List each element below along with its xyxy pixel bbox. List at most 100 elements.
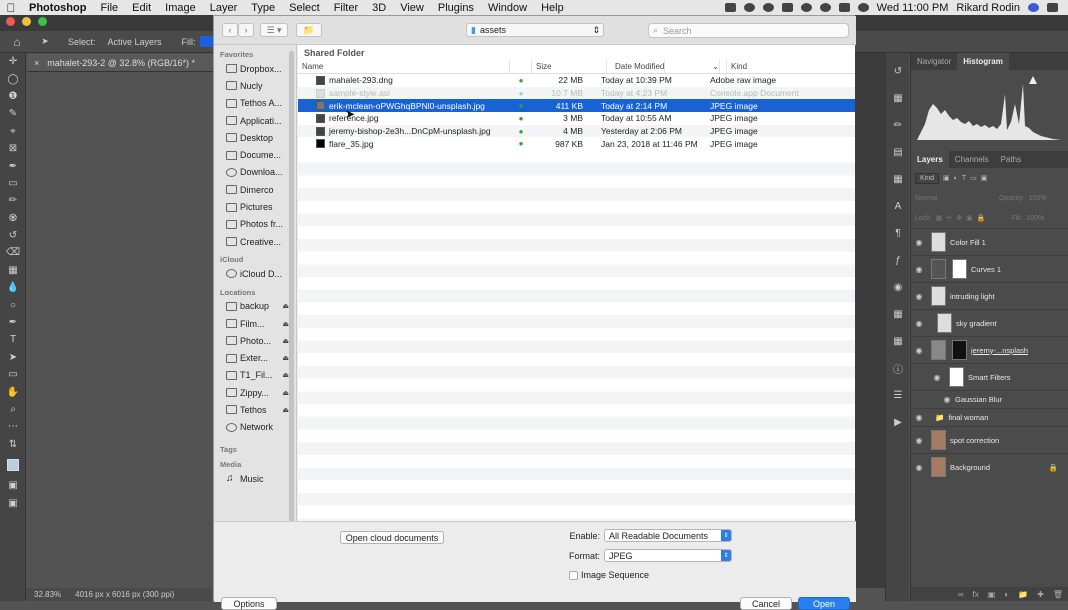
image-sequence-checkbox[interactable] <box>569 571 578 580</box>
filter-shape-icon[interactable]: ▭ <box>970 174 977 182</box>
brush-panel-icon[interactable]: ✏ <box>886 116 910 134</box>
apple-menu-icon[interactable]:  <box>0 1 22 15</box>
eye-icon[interactable]: ◉ <box>929 373 945 382</box>
shape-tool-icon[interactable]: ▭ <box>0 366 26 383</box>
view-options-button[interactable]: ☰ ▾ <box>260 23 288 37</box>
fill-value[interactable]: 100% <box>1026 215 1044 222</box>
dropbox-icon[interactable] <box>781 3 793 12</box>
screen-mode-icon[interactable]: ▣ <box>0 494 26 511</box>
column-kind[interactable]: Kind <box>727 60 855 74</box>
status-app-icon[interactable] <box>724 3 736 12</box>
menu-filter[interactable]: Filter <box>327 2 365 14</box>
zoom-level[interactable]: 32.83% <box>34 590 61 599</box>
eject-icon[interactable]: ⏏ <box>282 337 289 345</box>
layer-group-row[interactable]: ◉ 📁 final woman <box>911 408 1068 426</box>
channels-icon[interactable]: ▦ <box>886 305 910 323</box>
sidebar-item-dropbox[interactable]: Dropbox... <box>214 60 296 77</box>
options-button[interactable]: Options <box>221 597 277 610</box>
tab-navigator[interactable]: Navigator <box>911 53 957 70</box>
marquee-tool-icon[interactable]: ◯ <box>0 70 26 87</box>
menu-plugins[interactable]: Plugins <box>431 2 481 14</box>
type-tool-icon[interactable]: T <box>0 331 26 348</box>
menu-view[interactable]: View <box>393 2 431 14</box>
libraries-icon[interactable]: ▤ <box>886 143 910 161</box>
eye-icon[interactable]: ◉ <box>911 238 927 247</box>
layer-row[interactable]: ◉ Color Fill 1 <box>911 228 1068 255</box>
file-row[interactable]: flare_35.jpg ● 987 KB Jan 23, 2018 at 11… <box>298 137 855 150</box>
layer-row[interactable]: ◉ Background 🔒 <box>911 453 1068 480</box>
menu-file[interactable]: File <box>93 2 125 14</box>
file-row-selected[interactable]: erik-mclean-oPWGhqBPNl0-unsplash.jpg ● 4… <box>298 99 855 113</box>
sidebar-item-zippy[interactable]: Zippy... ⏏ <box>214 384 296 401</box>
siri-icon[interactable] <box>1028 3 1039 12</box>
menu-window[interactable]: Window <box>481 2 534 14</box>
blend-mode-select[interactable]: Normal <box>915 195 995 202</box>
menubar-user[interactable]: Rikard Rodin <box>956 2 1020 14</box>
cancel-button[interactable]: Cancel <box>740 597 792 610</box>
lock-brush-icon[interactable]: ✏ <box>946 214 952 222</box>
sidebar-item-network[interactable]: Network <box>214 419 296 436</box>
menu-help[interactable]: Help <box>534 2 571 14</box>
add-mask-icon[interactable]: ▣ <box>988 590 996 599</box>
select-dropdown[interactable]: Active Layers <box>108 37 170 47</box>
home-icon[interactable]: ⌂ <box>0 35 34 49</box>
stamp-tool-icon[interactable]: ♼ <box>0 210 26 227</box>
battery-icon[interactable] <box>838 3 850 12</box>
fx-icon[interactable]: fx <box>973 590 979 599</box>
eye-icon[interactable]: ◉ <box>939 395 955 404</box>
sidebar-item-nucly[interactable]: Nucly <box>214 77 296 94</box>
new-folder-button[interactable]: 📁 <box>296 23 322 37</box>
sidebar-item-music[interactable]: ♫ Music <box>214 470 296 487</box>
sidebar-item-film[interactable]: Film... ⏏ <box>214 315 296 332</box>
sidebar-item-icloud-drive[interactable]: iCloud D... <box>214 265 296 282</box>
layer-row[interactable]: ◉ sky gradient <box>911 309 1068 336</box>
eject-icon[interactable]: ⏏ <box>282 389 289 397</box>
sidebar-scrollbar[interactable] <box>289 51 294 523</box>
tab-paths[interactable]: Paths <box>995 151 1027 168</box>
crop-tool-icon[interactable]: ⌖ <box>0 123 26 140</box>
opacity-value[interactable]: 100% <box>1029 195 1047 202</box>
eye-icon[interactable]: ◉ <box>911 292 927 301</box>
grid-icon[interactable]: ▦ <box>886 89 910 107</box>
open-cloud-documents-button[interactable]: Open cloud documents <box>340 531 444 544</box>
sidebar-item-creative[interactable]: Creative... <box>214 233 296 250</box>
eject-icon[interactable]: ⏏ <box>282 371 289 379</box>
filter-type-icon[interactable]: T <box>962 175 966 182</box>
creative-cloud-icon[interactable] <box>743 3 755 12</box>
eye-icon[interactable]: ◉ <box>911 463 927 472</box>
sidebar-item-applications[interactable]: Applicati... <box>214 112 296 129</box>
eye-icon[interactable]: ◉ <box>911 346 927 355</box>
layer-row[interactable]: ◉ intruding light <box>911 282 1068 309</box>
menu-type[interactable]: Type <box>244 2 282 14</box>
3d-icon[interactable]: ◉ <box>886 278 910 296</box>
file-row[interactable]: reference.jpg ● 3 MB Today at 10:55 AM J… <box>298 112 855 125</box>
sidebar-item-dimerco[interactable]: Dimerco <box>214 181 296 198</box>
search-field[interactable]: ⌕ Search <box>648 23 849 38</box>
eject-icon[interactable]: ⏏ <box>282 320 289 328</box>
menu-image[interactable]: Image <box>158 2 203 14</box>
actions-play-icon[interactable]: ▶ <box>886 413 910 431</box>
history-icon[interactable]: ↺ <box>886 62 910 80</box>
menubar-clock[interactable]: Wed 11:00 PM <box>877 2 949 14</box>
menu-3d[interactable]: 3D <box>365 2 393 14</box>
eject-icon[interactable]: ⏏ <box>282 302 289 310</box>
new-adjustment-icon[interactable]: ◐ <box>1004 590 1009 599</box>
adjustments-icon[interactable]: ☰ <box>886 386 910 404</box>
sidebar-item-documents[interactable]: Docume... <box>214 146 296 163</box>
enable-select[interactable]: All Readable Documents ⇕ <box>604 529 732 542</box>
glyphs-icon[interactable]: ƒ <box>886 251 910 269</box>
sidebar-item-tethos-a[interactable]: Tethos A... <box>214 95 296 112</box>
eraser-tool-icon[interactable]: ⌫ <box>0 244 26 261</box>
layer-row[interactable]: ◉ Curves 1 <box>911 255 1068 282</box>
menu-edit[interactable]: Edit <box>125 2 158 14</box>
smart-filters-row[interactable]: ◉ Smart Filters <box>911 363 1068 390</box>
sync-icon[interactable] <box>762 3 774 12</box>
sidebar-item-photo[interactable]: Photo... ⏏ <box>214 332 296 349</box>
pen-tool-icon[interactable]: ✒ <box>0 314 26 331</box>
menu-layer[interactable]: Layer <box>203 2 245 14</box>
eye-icon[interactable]: ◉ <box>911 413 927 422</box>
new-layer-icon[interactable]: ✚ <box>1037 590 1044 599</box>
file-row[interactable]: mahalet-293.dng ● 22 MB Today at 10:39 P… <box>298 74 855 87</box>
close-tab-icon[interactable]: × <box>34 58 39 68</box>
eye-icon[interactable]: ◉ <box>911 265 927 274</box>
